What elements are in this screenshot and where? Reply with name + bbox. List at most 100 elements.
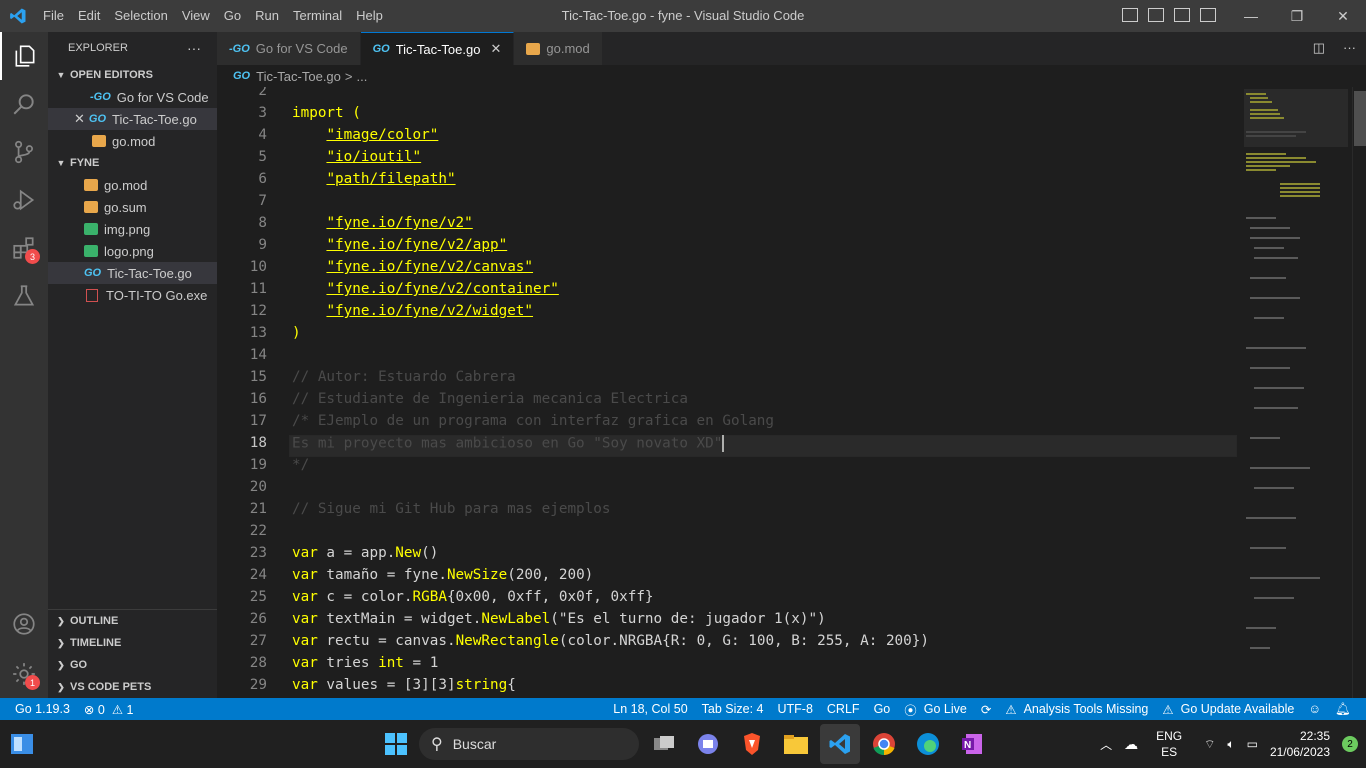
input-language[interactable]: ENG ES	[1156, 728, 1182, 760]
folder-fyne-section[interactable]: ▼ FYNE	[48, 152, 217, 174]
menu-file[interactable]: File	[36, 0, 71, 32]
sync-icon[interactable]: ⟳	[974, 702, 998, 717]
toggle-primary-sidebar-icon[interactable]	[1122, 8, 1138, 22]
scrollbar-thumb[interactable]	[1354, 91, 1366, 146]
notification-count-badge[interactable]: 2	[1342, 736, 1358, 752]
testing-icon[interactable]	[0, 272, 48, 320]
line-number: 10	[249, 259, 267, 275]
vscode-taskbar-icon[interactable]	[820, 724, 860, 764]
clock-date: 21/06/2023	[1269, 745, 1330, 759]
menu-help[interactable]: Help	[349, 0, 390, 32]
widgets-icon[interactable]	[2, 724, 42, 764]
show-hidden-icons-icon[interactable]: ︿	[1100, 736, 1112, 753]
toggle-panel-icon[interactable]	[1148, 8, 1164, 22]
go-section[interactable]: ❯ GO	[48, 654, 217, 676]
analysis-tools-status[interactable]: Analysis Tools Missing	[1017, 702, 1156, 716]
menu-view[interactable]: View	[175, 0, 217, 32]
clock[interactable]: 22:35 21/06/2023	[1270, 728, 1330, 760]
open-editor-item[interactable]: -GO Go for VS Code	[48, 86, 217, 108]
file-encoding[interactable]: UTF-8	[770, 702, 819, 716]
go-live-button[interactable]: Go Live	[917, 702, 974, 716]
menu-run[interactable]: Run	[248, 0, 286, 32]
file-item[interactable]: TO-TI-TO Go.exe	[48, 284, 217, 306]
explorer-more-button[interactable]: ···	[187, 40, 201, 56]
tab-size[interactable]: Tab Size: 4	[695, 702, 771, 716]
more-actions-icon[interactable]: ···	[1343, 40, 1356, 56]
timeline-section[interactable]: ❯ TIMELINE	[48, 632, 217, 654]
edge-icon[interactable]	[908, 724, 948, 764]
tab-go-for-vscode[interactable]: -GO Go for VS Code	[217, 32, 361, 65]
teams-chat-icon[interactable]	[688, 724, 728, 764]
go-update-status[interactable]: Go Update Available	[1174, 702, 1302, 716]
run-debug-icon[interactable]	[0, 176, 48, 224]
vscode-pets-section[interactable]: ❯ VS CODE PETS	[48, 676, 217, 698]
code-editor[interactable]: 2 3 4 5 6 7 8 9 10 11 12 13 14 15 16 17 18 19 20 21 22 23 24 25…	[217, 87, 1237, 698]
vscode-logo-icon[interactable]	[0, 0, 36, 32]
code-line: )	[292, 325, 301, 341]
task-view-icon[interactable]	[644, 724, 684, 764]
minimize-button[interactable]: —	[1228, 0, 1274, 32]
wifi-icon[interactable]: ⌔	[1204, 737, 1215, 752]
go-version-status[interactable]: Go 1.19.3	[8, 702, 77, 716]
minimap[interactable]	[1240, 87, 1352, 698]
open-editor-item[interactable]: go.mod	[48, 130, 217, 152]
feedback-icon[interactable]: ☺	[1301, 702, 1328, 716]
menu-bar: File Edit Selection View Go Run Terminal…	[36, 0, 390, 32]
breadcrumb-separator: >	[344, 68, 353, 84]
editor-scrollbar[interactable]	[1352, 87, 1366, 698]
breadcrumb-symbols[interactable]: ...	[357, 69, 368, 84]
file-item[interactable]: img.png	[48, 218, 217, 240]
code-line: var tries int = 1	[292, 655, 439, 671]
customize-layout-icon[interactable]	[1200, 8, 1216, 22]
file-item[interactable]: logo.png	[48, 240, 217, 262]
line-number: 27	[249, 633, 267, 649]
problems-errors[interactable]: ⊗ 0	[77, 702, 112, 717]
breadcrumb-file[interactable]: Tic-Tac-Toe.go	[256, 69, 341, 84]
open-editor-item-active[interactable]: ✕ GO Tic-Tac-Toe.go	[48, 108, 217, 130]
chrome-icon[interactable]	[864, 724, 904, 764]
file-explorer-icon[interactable]	[776, 724, 816, 764]
notifications-bell-icon[interactable]: 🔔︎	[1328, 702, 1358, 717]
code-line: "fyne.io/fyne/v2/app"	[326, 237, 508, 253]
file-item[interactable]: go.mod	[48, 174, 217, 196]
onedrive-cloud-icon[interactable]: ☁	[1124, 736, 1138, 753]
source-control-icon[interactable]	[0, 128, 48, 176]
brave-browser-icon[interactable]	[732, 724, 772, 764]
line-number: 14	[249, 347, 267, 363]
cursor-position[interactable]: Ln 18, Col 50	[606, 702, 694, 716]
tab-close-icon[interactable]: ✕	[490, 41, 501, 57]
toggle-secondary-sidebar-icon[interactable]	[1174, 8, 1190, 22]
extensions-icon[interactable]: 3	[0, 224, 48, 272]
taskbar-search[interactable]: ⚲ Buscar	[419, 728, 639, 760]
explorer-icon[interactable]	[0, 32, 48, 80]
tab-tic-tac-toe[interactable]: GO Tic-Tac-Toe.go ✕	[360, 32, 515, 65]
line-number: 12	[249, 303, 267, 319]
file-item[interactable]: go.sum	[48, 196, 217, 218]
start-menu-icon[interactable]	[376, 724, 416, 764]
accounts-icon[interactable]	[0, 600, 48, 648]
restore-button[interactable]: ❐	[1274, 0, 1320, 32]
settings-gear-icon[interactable]: 1	[0, 650, 48, 698]
menu-selection[interactable]: Selection	[107, 0, 174, 32]
menu-go[interactable]: Go	[217, 0, 248, 32]
end-of-line[interactable]: CRLF	[820, 702, 867, 716]
line-number: 9	[258, 237, 267, 253]
volume-icon[interactable]: 🔈︎	[1227, 737, 1234, 752]
menu-terminal[interactable]: Terminal	[286, 0, 349, 32]
language-code: ENG	[1156, 729, 1183, 743]
menu-edit[interactable]: Edit	[71, 0, 107, 32]
language-mode[interactable]: Go	[867, 702, 898, 716]
section-label: OUTLINE	[70, 615, 119, 627]
problems-warnings[interactable]: ⚠ 1	[112, 702, 141, 717]
file-item-active[interactable]: GO Tic-Tac-Toe.go	[48, 262, 217, 284]
file-label: TO-TI-TO Go.exe	[106, 287, 208, 303]
tab-go-mod[interactable]: go.mod	[514, 32, 603, 65]
onenote-icon[interactable]: N	[952, 724, 992, 764]
battery-icon[interactable]: ▭	[1247, 737, 1258, 751]
close-icon[interactable]: ✕	[74, 111, 85, 127]
open-editors-section[interactable]: ▼ OPEN EDITORS	[48, 64, 217, 86]
outline-section[interactable]: ❯ OUTLINE	[48, 610, 217, 632]
close-button[interactable]: ✕	[1320, 0, 1366, 32]
split-editor-icon[interactable]: ◫	[1313, 40, 1325, 56]
search-icon[interactable]	[0, 80, 48, 128]
